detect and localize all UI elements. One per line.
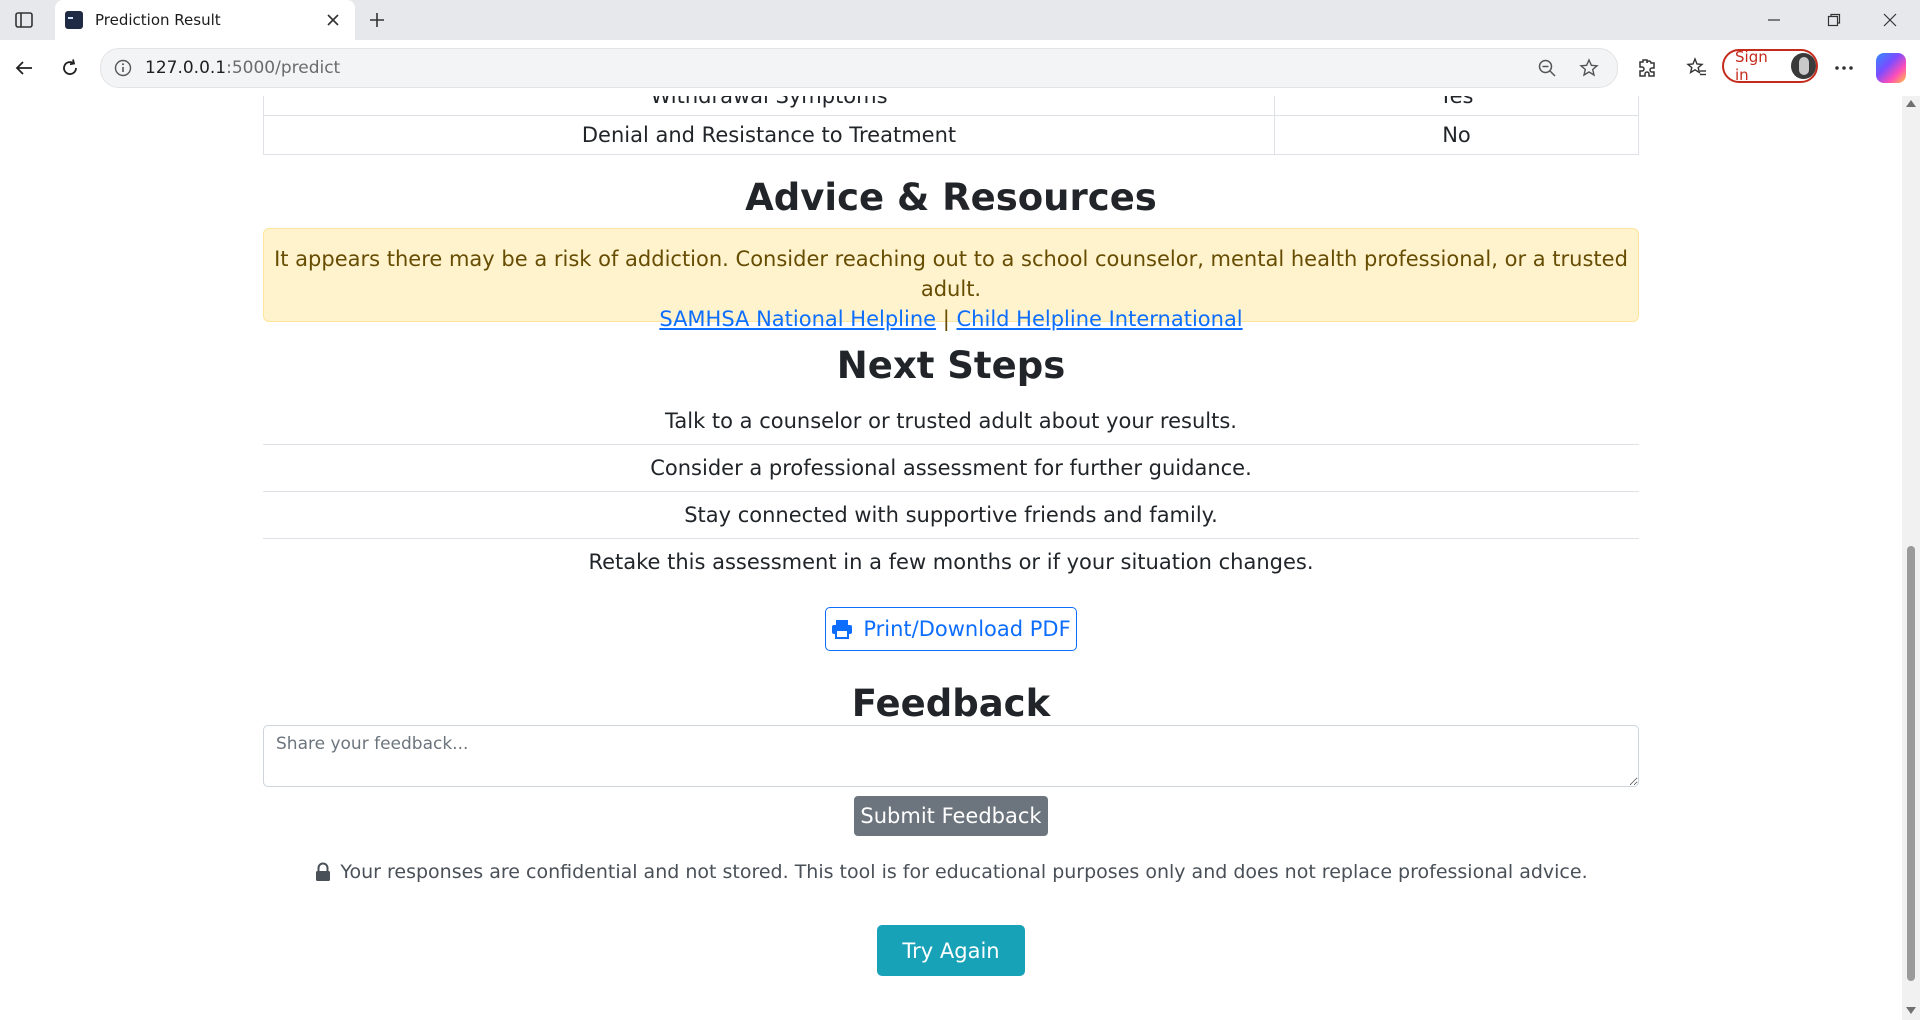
alert-links: SAMHSA National Helpline | Child Helplin… xyxy=(264,304,1638,334)
sign-in-label: Sign in xyxy=(1735,48,1768,84)
avatar xyxy=(1791,53,1816,79)
symptoms-table: Withdrawal Symptoms Yes Denial and Resis… xyxy=(263,96,1639,155)
page-scrollbar[interactable] xyxy=(1902,96,1920,1020)
sign-in-button[interactable]: Sign in xyxy=(1722,48,1818,84)
scrollbar-thumb[interactable] xyxy=(1907,546,1915,981)
scroll-up-icon[interactable] xyxy=(1906,100,1916,107)
more-menu-icon[interactable] xyxy=(1828,52,1860,84)
list-item: Retake this assessment in a few months o… xyxy=(588,550,1314,574)
copilot-icon[interactable] xyxy=(1876,53,1906,83)
table-row: Withdrawal Symptoms Yes xyxy=(263,96,1639,116)
url-host: 127.0.0.1 xyxy=(145,58,227,78)
feedback-textarea[interactable] xyxy=(263,725,1639,787)
tab-title: Prediction Result xyxy=(95,11,221,29)
page-viewport: Withdrawal Symptoms Yes Denial and Resis… xyxy=(0,96,1920,1020)
advice-heading: Advice & Resources xyxy=(745,176,1157,219)
link-separator: | xyxy=(942,307,950,331)
lock-icon xyxy=(314,862,332,882)
symptom-cell: Denial and Resistance to Treatment xyxy=(263,115,1275,155)
privacy-disclaimer: Your responses are confidential and not … xyxy=(263,861,1639,883)
url-path: :5000/predict xyxy=(226,58,341,78)
value-cell: Yes xyxy=(1274,96,1639,116)
alert-message: It appears there may be a risk of addict… xyxy=(274,247,1628,301)
extensions-icon[interactable] xyxy=(1630,52,1662,84)
close-tab-icon[interactable] xyxy=(321,8,345,32)
samhsa-helpline-link[interactable]: SAMHSA National Helpline xyxy=(659,307,936,331)
close-window-button[interactable] xyxy=(1862,0,1918,40)
address-bar[interactable]: 127.0.0.1:5000/predict xyxy=(100,48,1618,88)
scroll-down-icon[interactable] xyxy=(1906,1007,1916,1014)
next-steps-list: Talk to a counselor or trusted adult abo… xyxy=(263,398,1639,585)
table-row: Denial and Resistance to Treatment No xyxy=(263,115,1639,155)
list-item: Talk to a counselor or trusted adult abo… xyxy=(263,398,1639,445)
site-info-icon[interactable] xyxy=(113,58,133,78)
back-button[interactable] xyxy=(8,52,40,84)
minimize-window-button[interactable] xyxy=(1746,0,1802,40)
submit-feedback-button[interactable]: Submit Feedback xyxy=(854,796,1048,836)
print-download-button[interactable]: Print/Download PDF xyxy=(825,607,1077,651)
child-helpline-link[interactable]: Child Helpline International xyxy=(957,307,1243,331)
browser-toolbar: 127.0.0.1:5000/predict Sign in xyxy=(0,40,1920,97)
symptom-cell: Withdrawal Symptoms xyxy=(263,96,1275,116)
next-steps-heading: Next Steps xyxy=(836,344,1066,387)
print-button-label: Print/Download PDF xyxy=(863,617,1071,641)
disclaimer-text: Your responses are confidential and not … xyxy=(340,861,1588,883)
value-cell: No xyxy=(1274,115,1639,155)
new-tab-button[interactable] xyxy=(364,7,390,33)
reload-button[interactable] xyxy=(54,52,86,84)
url-text: 127.0.0.1:5000/predict xyxy=(145,58,1533,78)
terminal-favicon-icon xyxy=(65,11,83,29)
tab-actions-icon[interactable] xyxy=(14,10,34,30)
list-item: Consider a professional assessment for f… xyxy=(263,445,1639,492)
feedback-heading: Feedback xyxy=(851,682,1051,725)
browser-tab-bar: Prediction Result xyxy=(0,0,1920,40)
favorites-icon[interactable] xyxy=(1681,52,1713,84)
printer-icon xyxy=(831,618,853,640)
browser-tab-active[interactable]: Prediction Result xyxy=(55,0,355,40)
favorite-star-icon[interactable] xyxy=(1575,54,1603,82)
zoom-out-icon[interactable] xyxy=(1533,54,1561,82)
try-again-button[interactable]: Try Again xyxy=(877,925,1025,976)
restore-window-button[interactable] xyxy=(1806,0,1862,40)
list-item: Stay connected with supportive friends a… xyxy=(263,492,1639,539)
risk-alert: It appears there may be a risk of addict… xyxy=(263,228,1639,331)
